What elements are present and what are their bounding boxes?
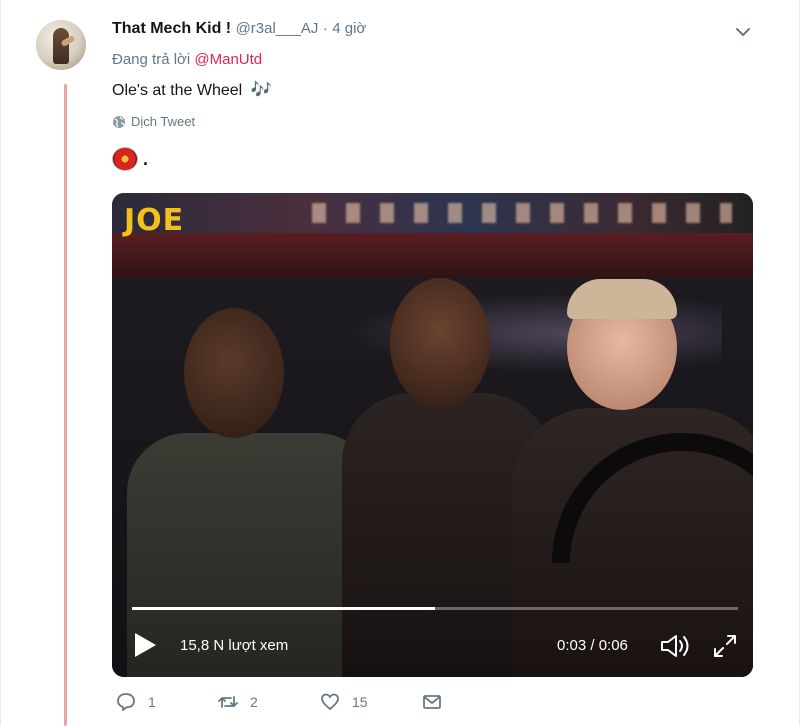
retweet-count: 2: [250, 694, 258, 710]
frame-border-left: [0, 0, 1, 726]
quote-row: .: [112, 147, 148, 171]
video-progress-fill: [132, 607, 435, 610]
video-progress-bar[interactable]: [132, 607, 738, 610]
reply-icon: [117, 693, 135, 711]
message-icon: [423, 695, 441, 709]
video-car-roof: [112, 233, 753, 283]
video-time: 0:03 / 0:06: [557, 637, 628, 654]
display-name[interactable]: That Mech Kid !: [112, 20, 231, 37]
video-controls: 15,8 N lượt xem 0:03 / 0:06: [112, 623, 753, 677]
fullscreen-icon[interactable]: [712, 633, 738, 659]
club-badge-image[interactable]: [112, 147, 138, 171]
tweet-header: That Mech Kid ! @r3al___AJ · 4 giờ: [112, 20, 366, 38]
tweet-text: Ole's at the Wheel 🎶: [112, 80, 272, 100]
music-notes-icon: 🎶: [250, 80, 272, 99]
quote-suffix: .: [143, 148, 149, 169]
like-icon: [321, 693, 339, 710]
globe-icon: [113, 115, 125, 128]
like-action[interactable]: 15: [320, 692, 368, 712]
reply-action[interactable]: 1: [116, 692, 156, 712]
thread-line: [64, 84, 67, 726]
reply-mention-link[interactable]: @ManUtd: [194, 51, 262, 68]
video-bg-lights: [312, 203, 732, 223]
tweet-text-content: Ole's at the Wheel: [112, 82, 243, 99]
video-frame: JOE: [112, 193, 753, 677]
video-player[interactable]: JOE 15,8 N lượt xem 0:03 / 0:06: [112, 193, 753, 677]
reply-count: 1: [148, 694, 156, 710]
video-view-count: 15,8 N lượt xem: [180, 637, 289, 654]
avatar-figure: [53, 28, 69, 64]
video-person-right-hair: [567, 279, 677, 319]
tweet-actions: 1 2 15: [116, 692, 476, 716]
avatar[interactable]: [36, 20, 86, 70]
tweet-time[interactable]: 4 giờ: [332, 20, 366, 37]
message-action[interactable]: [422, 692, 442, 712]
retweet-action[interactable]: 2: [218, 692, 258, 712]
volume-icon[interactable]: [659, 633, 693, 659]
retweet-icon: [218, 696, 238, 708]
user-handle[interactable]: @r3al___AJ: [236, 20, 319, 37]
translate-tweet-link[interactable]: Dịch Tweet: [112, 114, 195, 129]
reply-context: Đang trả lời @ManUtd: [112, 51, 262, 68]
caret-down-icon[interactable]: [734, 24, 752, 40]
reply-prefix: Đang trả lời: [112, 51, 191, 68]
video-overlay-logo: JOE: [124, 203, 185, 238]
video-person-middle-head: [390, 278, 490, 408]
separator-dot: ·: [322, 20, 328, 37]
play-icon[interactable]: [132, 631, 158, 659]
like-count: 15: [352, 694, 368, 710]
video-person-left-head: [184, 308, 284, 438]
translate-label: Dịch Tweet: [131, 114, 196, 129]
